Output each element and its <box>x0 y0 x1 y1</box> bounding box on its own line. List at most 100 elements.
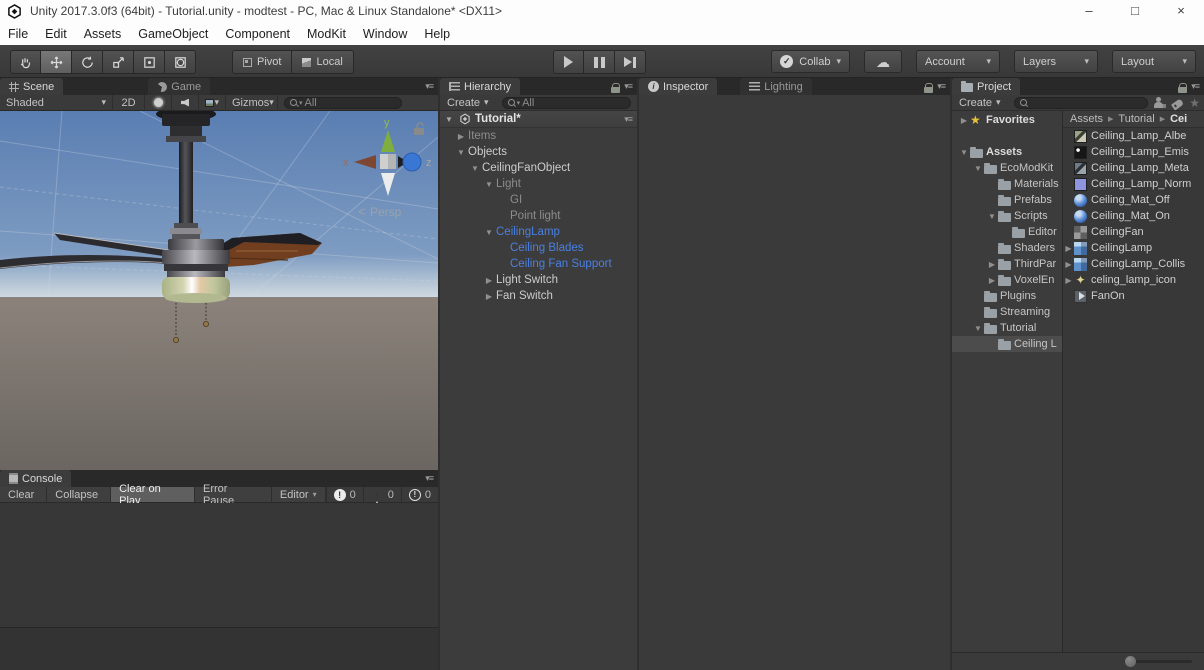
lock-icon[interactable] <box>611 83 620 93</box>
menu-item[interactable]: Edit <box>45 27 67 41</box>
expand-arrow-icon[interactable]: ▶ <box>482 276 496 285</box>
close-button[interactable]: × <box>1158 0 1204 22</box>
layout-dropdown[interactable]: Layout ▾ <box>1112 50 1196 73</box>
project-tree-item[interactable]: Prefabs <box>952 192 1062 208</box>
search-by-label-icon[interactable] <box>1171 98 1184 110</box>
expand-arrow-icon[interactable]: ▼ <box>454 148 468 157</box>
expand-arrow-icon[interactable]: ▼ <box>972 324 984 333</box>
expand-arrow-icon[interactable]: ▶ <box>482 292 496 301</box>
hierarchy-item[interactable]: ▼ CeilingLamp <box>440 224 637 240</box>
local-toggle-button[interactable]: Local <box>292 50 353 74</box>
project-tree-item[interactable]: ▼ Assets <box>952 144 1062 160</box>
hierarchy-item[interactable]: ▼ CeilingFanObject <box>440 160 637 176</box>
project-tree-item[interactable]: Shaders <box>952 240 1062 256</box>
project-tree-item[interactable]: Ceiling L <box>952 336 1062 352</box>
project-tree-item[interactable]: ▼ EcoModKit <box>952 160 1062 176</box>
project-create-dropdown[interactable]: Create ▾ <box>952 97 1008 109</box>
project-search-input[interactable] <box>1014 97 1149 109</box>
tab-console[interactable]: Console <box>0 470 71 487</box>
project-tree-item[interactable]: Plugins <box>952 288 1062 304</box>
pivot-toggle-button[interactable]: Pivot <box>232 50 292 74</box>
project-tree-item[interactable]: ▶ VoxelEn <box>952 272 1062 288</box>
transform-tool-button[interactable] <box>165 50 196 74</box>
favorites-filter-icon[interactable]: ★ <box>1189 96 1200 110</box>
search-by-type-icon[interactable] <box>1154 97 1166 108</box>
expand-arrow-icon[interactable]: ▶ <box>454 132 468 141</box>
project-tree-item[interactable]: Materials <box>952 176 1062 192</box>
cloud-button[interactable]: ☁ <box>864 50 902 73</box>
error-count-badge[interactable]: ! 0 <box>326 487 363 502</box>
project-tree-item[interactable]: Streaming <box>952 304 1062 320</box>
asset-row[interactable]: Ceiling_Mat_Off <box>1063 192 1204 208</box>
tab-menu-icon[interactable]: ▾≡ <box>1191 81 1199 92</box>
audio-toggle-button[interactable] <box>172 95 199 111</box>
breadcrumb-leaf[interactable]: Cei <box>1170 113 1187 125</box>
expand-arrow-icon[interactable]: ▼ <box>445 115 455 124</box>
asset-row[interactable]: ▶ CeilingLamp_Collis <box>1063 256 1204 272</box>
expand-arrow-icon[interactable]: ▶ <box>1063 260 1074 269</box>
asset-row[interactable]: Ceiling_Lamp_Meta <box>1063 160 1204 176</box>
effects-dropdown[interactable]: ▾ <box>199 95 226 111</box>
slider-knob[interactable] <box>1125 656 1136 667</box>
asset-row[interactable]: ▶ celing_lamp_icon <box>1063 272 1204 288</box>
rotate-tool-button[interactable] <box>72 50 103 74</box>
expand-arrow-icon[interactable]: ▶ <box>1063 276 1074 285</box>
asset-row[interactable]: Ceiling_Lamp_Emis <box>1063 144 1204 160</box>
hierarchy-item[interactable]: ▼ Light <box>440 176 637 192</box>
console-button[interactable]: Editor ▾ <box>272 487 326 502</box>
rect-tool-button[interactable] <box>134 50 165 74</box>
scale-tool-button[interactable] <box>103 50 134 74</box>
hierarchy-item[interactable]: ▼ Objects <box>440 144 637 160</box>
menu-item[interactable]: Window <box>363 27 407 41</box>
console-button[interactable]: Error Pause <box>195 487 272 502</box>
breadcrumb-root[interactable]: Assets <box>1070 113 1103 125</box>
hierarchy-item[interactable]: ▶ Fan Switch <box>440 288 637 304</box>
play-button[interactable] <box>553 50 584 74</box>
asset-row[interactable]: FanOn <box>1063 288 1204 304</box>
expand-arrow-icon[interactable]: ▼ <box>958 148 970 157</box>
asset-row[interactable]: Ceiling_Mat_On <box>1063 208 1204 224</box>
tab-menu-icon[interactable]: ▾≡ <box>425 81 433 92</box>
tab-menu-icon[interactable]: ▾≡ <box>425 473 433 484</box>
hierarchy-item[interactable]: Ceiling Fan Support <box>440 256 637 272</box>
step-button[interactable] <box>615 50 646 74</box>
hierarchy-item[interactable]: ▶ Items <box>440 128 637 144</box>
asset-row[interactable]: ▶ CeilingLamp <box>1063 240 1204 256</box>
minimize-button[interactable]: – <box>1066 0 1112 22</box>
hierarchy-item[interactable]: Ceiling Blades <box>440 240 637 256</box>
menu-item[interactable]: File <box>8 27 28 41</box>
tab-game[interactable]: Game <box>148 78 210 95</box>
console-log-list[interactable] <box>0 503 438 627</box>
account-dropdown[interactable]: Account ▾ <box>916 50 1000 73</box>
lock-icon[interactable] <box>924 83 933 93</box>
asset-row[interactable]: Ceiling_Lamp_Norm <box>1063 176 1204 192</box>
expand-arrow-icon[interactable]: ▼ <box>972 164 984 173</box>
scene-menu-icon[interactable]: ▾≡ <box>624 114 637 125</box>
menu-item[interactable]: Help <box>424 27 450 41</box>
scene-viewport[interactable]: y x z < Persp <box>0 111 438 470</box>
asset-row[interactable]: Ceiling_Lamp_Albe <box>1063 128 1204 144</box>
menu-item[interactable]: Assets <box>84 27 122 41</box>
pause-button[interactable] <box>584 50 615 74</box>
expand-arrow-icon[interactable]: ▼ <box>482 228 496 237</box>
hierarchy-item[interactable]: Point light <box>440 208 637 224</box>
expand-arrow-icon[interactable]: ▶ <box>986 276 998 285</box>
menu-item[interactable]: Component <box>225 27 290 41</box>
expand-arrow-icon[interactable]: ▶ <box>1063 244 1074 253</box>
expand-arrow-icon[interactable]: ▼ <box>482 180 496 189</box>
tab-scene[interactable]: Scene <box>0 78 63 95</box>
lock-icon[interactable] <box>1178 83 1187 93</box>
hand-tool-button[interactable] <box>10 50 41 74</box>
tab-project[interactable]: Project <box>952 78 1020 95</box>
thumbnail-zoom-slider[interactable] <box>1130 660 1192 663</box>
maximize-button[interactable]: □ <box>1112 0 1158 22</box>
hierarchy-item[interactable]: GI <box>440 192 637 208</box>
scene-header-row[interactable]: ▼ Tutorial* ▾≡ <box>440 111 637 128</box>
tab-menu-icon[interactable]: ▾≡ <box>937 81 945 92</box>
tab-menu-icon[interactable]: ▾≡ <box>624 81 632 92</box>
2d-toggle-button[interactable]: 2D <box>113 95 145 111</box>
expand-arrow-icon[interactable]: ▶ <box>986 260 998 269</box>
move-tool-button[interactable] <box>41 50 72 74</box>
tab-lighting[interactable]: Lighting <box>740 78 812 95</box>
hierarchy-item[interactable]: ▶ Light Switch <box>440 272 637 288</box>
